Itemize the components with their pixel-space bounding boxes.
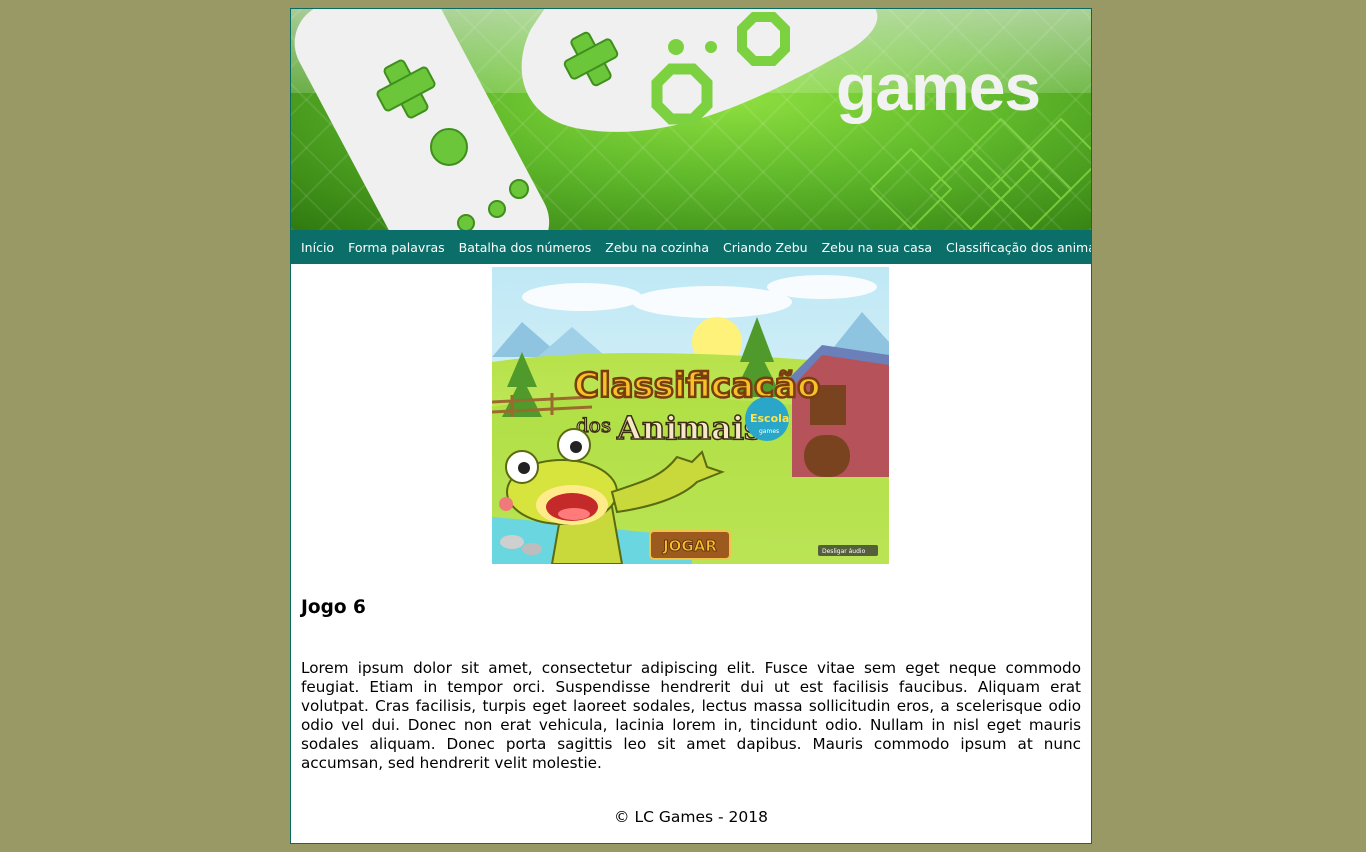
site-banner: games	[291, 9, 1091, 230]
svg-text:Escola: Escola	[750, 412, 789, 425]
nav-item-inicio[interactable]: Início	[294, 240, 341, 255]
nav-item-zebu-na-cozinha[interactable]: Zebu na cozinha	[598, 240, 716, 255]
nav-item-criando-zebu[interactable]: Criando Zebu	[716, 240, 815, 255]
footer: © LC Games - 2018	[614, 808, 768, 826]
page-container: games Início Forma palavras Batalha dos …	[290, 8, 1092, 844]
svg-text:JOGAR: JOGAR	[662, 537, 717, 555]
game-heading: Jogo 6	[301, 597, 366, 618]
banner-title: games	[836, 50, 1041, 124]
game-cover-image[interactable]: Classificação dos Animais Escola games J…	[492, 267, 889, 564]
nav-item-zebu-na-sua-casa[interactable]: Zebu na sua casa	[815, 240, 939, 255]
game-description: Lorem ipsum dolor sit amet, consectetur …	[301, 659, 1081, 772]
nav-item-classificacao-dos-animais[interactable]: Classificação dos animais	[939, 240, 1091, 255]
main-nav: Início Forma palavras Batalha dos número…	[291, 230, 1091, 264]
svg-text:Animais: Animais	[616, 409, 762, 447]
svg-text:games: games	[759, 428, 779, 435]
nav-item-batalha-dos-numeros[interactable]: Batalha dos números	[452, 240, 599, 255]
svg-text:Classificação: Classificação	[574, 366, 820, 406]
nav-item-forma-palavras[interactable]: Forma palavras	[341, 240, 452, 255]
barn-icon	[788, 345, 889, 477]
svg-text:Desligar áudio: Desligar áudio	[822, 548, 866, 555]
